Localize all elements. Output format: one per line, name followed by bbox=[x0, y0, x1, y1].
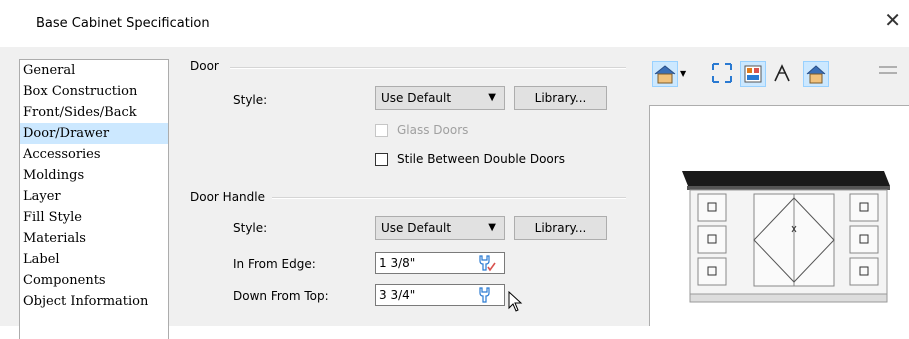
down-from-top-value: 3 3/4" bbox=[379, 288, 416, 302]
stile-between-doors-label: Stile Between Double Doors bbox=[397, 152, 565, 166]
wrench-default-icon[interactable] bbox=[476, 286, 496, 310]
fill-window-icon[interactable] bbox=[710, 61, 736, 87]
view-angle-icon[interactable] bbox=[652, 61, 678, 87]
door-style-dropdown[interactable]: Use Default ▼ bbox=[375, 86, 505, 110]
window-title: Base Cabinet Specification bbox=[36, 16, 210, 31]
handle-style-label: Style: bbox=[233, 221, 268, 235]
nav-item[interactable]: Materials bbox=[20, 228, 168, 249]
door-style-label: Style: bbox=[233, 93, 268, 107]
handle-style-dropdown[interactable]: Use Default ▼ bbox=[375, 216, 505, 240]
nav-item[interactable]: Label bbox=[20, 249, 168, 270]
nav-item[interactable]: Door/Drawer bbox=[20, 123, 168, 144]
category-list[interactable]: General Box Construction Front/Sides/Back D… bbox=[19, 59, 169, 339]
down-from-top-field[interactable]: 3 3/4" bbox=[375, 284, 505, 306]
in-from-edge-label: In From Edge: bbox=[233, 257, 316, 271]
nav-item[interactable]: Front/Sides/Back bbox=[20, 102, 168, 123]
chevron-down-icon: ▼ bbox=[488, 92, 496, 103]
nav-item[interactable]: General bbox=[20, 60, 168, 81]
cabinet-preview[interactable] bbox=[649, 105, 909, 326]
in-from-edge-value: 1 3/8" bbox=[379, 256, 416, 270]
chevron-down-icon: ▼ bbox=[488, 222, 496, 233]
dialog-body: General Box Construction Front/Sides/Back D… bbox=[0, 47, 909, 339]
door-handle-section-divider bbox=[272, 197, 626, 199]
door-handle-section-label: Door Handle bbox=[190, 190, 265, 204]
dimension-icon bbox=[876, 61, 902, 87]
camera-view-icon[interactable] bbox=[803, 61, 829, 87]
handle-style-value: Use Default bbox=[381, 221, 452, 235]
door-section-label: Door bbox=[190, 59, 219, 73]
title-bar: Base Cabinet Specification ✕ bbox=[0, 0, 909, 47]
down-from-top-label: Down From Top: bbox=[233, 289, 329, 303]
nav-item[interactable]: Object Information bbox=[20, 291, 168, 312]
in-from-edge-field[interactable]: 1 3/8" bbox=[375, 252, 505, 274]
orbit-icon[interactable] bbox=[770, 61, 796, 87]
chevron-down-icon[interactable]: ▼ bbox=[680, 69, 686, 78]
nav-item[interactable]: Box Construction bbox=[20, 81, 168, 102]
nav-item[interactable]: Components bbox=[20, 270, 168, 291]
stile-between-doors-checkbox[interactable] bbox=[375, 153, 388, 166]
handle-library-button[interactable]: Library... bbox=[514, 216, 607, 240]
render-options-icon[interactable] bbox=[740, 61, 766, 87]
mouse-cursor-icon bbox=[508, 290, 524, 316]
glass-doors-label: Glass Doors bbox=[397, 123, 469, 137]
door-style-value: Use Default bbox=[381, 91, 452, 105]
door-section-divider bbox=[230, 67, 626, 69]
glass-doors-checkbox[interactable] bbox=[375, 124, 388, 137]
wrench-default-off-icon[interactable] bbox=[476, 254, 496, 278]
nav-item[interactable]: Moldings bbox=[20, 165, 168, 186]
close-icon[interactable]: ✕ bbox=[884, 10, 901, 30]
door-library-button[interactable]: Library... bbox=[514, 86, 607, 110]
base-cabinet-drawing bbox=[682, 171, 890, 303]
nav-item[interactable]: Accessories bbox=[20, 144, 168, 165]
nav-item[interactable]: Layer bbox=[20, 186, 168, 207]
nav-item[interactable]: Fill Style bbox=[20, 207, 168, 228]
